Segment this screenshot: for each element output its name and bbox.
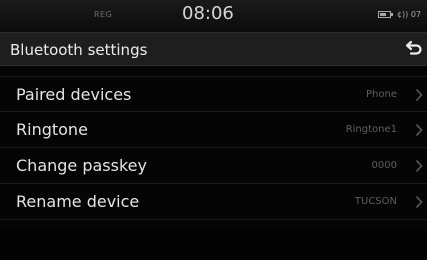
menu-item-rename-device[interactable]: Rename device TUCSON [0,184,427,220]
menu-item-value: TUCSON [354,196,397,207]
menu-item-ringtone[interactable]: Ringtone Ringtone1 [0,112,427,148]
chevron-right-icon [415,195,423,209]
back-button[interactable] [397,35,427,63]
menu-item-label: Rename device [16,192,140,211]
battery-icon [377,11,393,18]
menu-item-change-passkey[interactable]: Change passkey 0000 [0,148,427,184]
footer-area [0,228,427,260]
menu-item-label: Paired devices [16,85,132,104]
chevron-right-icon [415,159,423,173]
status-bar: REG 08:06 ¢)) 07 [0,0,427,32]
back-arrow-icon [405,40,422,55]
menu-item-value: Phone [366,89,397,100]
header-bar: Bluetooth settings [0,32,427,66]
menu-item-value: Ringtone1 [345,124,397,135]
settings-menu: Paired devices Phone Ringtone Ringtone1 … [0,76,427,220]
status-right-group: ¢)) 07 [377,10,421,19]
menu-item-label: Change passkey [16,156,147,175]
menu-item-value: 0000 [371,160,397,171]
chevron-right-icon [415,88,423,102]
status-time: 08:06 [182,3,234,24]
menu-item-paired-devices[interactable]: Paired devices Phone [0,76,427,112]
chevron-right-icon [415,123,423,137]
status-left-text: REG [94,10,113,19]
menu-item-label: Ringtone [16,120,88,139]
bluetooth-settings-screen: REG 08:06 ¢)) 07 Bluetooth settings Pair… [0,0,427,260]
page-title: Bluetooth settings [10,41,148,59]
status-right-text: ¢)) 07 [396,10,421,19]
